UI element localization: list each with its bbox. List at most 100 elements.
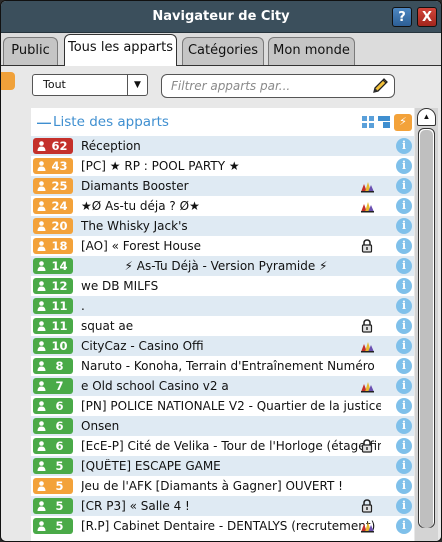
user-icon bbox=[37, 381, 46, 391]
user-count: 6 bbox=[55, 439, 64, 453]
info-icon[interactable]: i bbox=[396, 318, 412, 334]
user-count: 11 bbox=[51, 299, 68, 313]
info-icon[interactable]: i bbox=[396, 498, 412, 514]
room-row[interactable]: 5 [R.P] Cabinet Dentaire - DENTALYS (recr… bbox=[31, 516, 414, 536]
user-icon bbox=[37, 441, 46, 451]
room-list: 62 Réception i 43 [PC] ★ RP : POOL PARTY ★ i 2… bbox=[31, 136, 414, 536]
info-icon[interactable]: i bbox=[396, 358, 412, 374]
room-row[interactable]: 5 [CR P3] « Salle 4 ! i bbox=[31, 496, 414, 516]
user-count-badge: 43 bbox=[33, 158, 73, 174]
room-name: e Old school Casino v2 a bbox=[81, 379, 229, 393]
chevron-down-icon[interactable]: ▼ bbox=[127, 75, 147, 95]
user-count-badge: 20 bbox=[33, 218, 73, 234]
room-row[interactable]: 6 [EcE-P] Cité de Velika - Tour de l'Horl… bbox=[31, 436, 414, 456]
room-row[interactable]: 6 [PN] POLICE NATIONALE V2 - Quartier de … bbox=[31, 396, 414, 416]
info-icon[interactable]: i bbox=[396, 178, 412, 194]
tab-all-rooms[interactable]: Tous les apparts bbox=[64, 34, 177, 66]
info-icon[interactable]: i bbox=[396, 438, 412, 454]
close-button[interactable]: X bbox=[417, 7, 437, 27]
tab-bar: Public Tous les apparts Catégories Mon m… bbox=[1, 33, 441, 66]
room-row[interactable]: 20 The Whisky Jack's i bbox=[31, 216, 414, 236]
list-view-icon[interactable] bbox=[378, 116, 390, 128]
info-icon[interactable]: i bbox=[396, 458, 412, 474]
info-icon[interactable]: i bbox=[396, 338, 412, 354]
tab-my-world[interactable]: Mon monde bbox=[268, 37, 355, 65]
room-row[interactable]: 10 CityCaz - Casino Offi i bbox=[31, 336, 414, 356]
room-row[interactable]: 62 Réception i bbox=[31, 136, 414, 156]
user-count: 8 bbox=[55, 359, 64, 373]
lock-icon bbox=[361, 439, 373, 453]
user-count: 6 bbox=[55, 419, 64, 433]
user-icon bbox=[37, 521, 46, 531]
user-count-badge: 6 bbox=[33, 438, 73, 454]
user-count-badge: 8 bbox=[33, 358, 73, 374]
info-icon[interactable]: i bbox=[396, 198, 412, 214]
group-icon bbox=[361, 182, 374, 193]
room-row[interactable]: 8 Naruto - Konoha, Terrain d'Entraînement… bbox=[31, 356, 414, 376]
user-icon bbox=[37, 141, 46, 151]
info-icon[interactable]: i bbox=[396, 378, 412, 394]
pencil-icon[interactable] bbox=[370, 76, 390, 96]
room-row[interactable]: 25 Diamants Booster i bbox=[31, 176, 414, 196]
user-count-badge: 5 bbox=[33, 518, 73, 534]
info-icon[interactable]: i bbox=[396, 218, 412, 234]
filter-dropdown-value: Tout bbox=[43, 78, 66, 91]
user-count-badge: 10 bbox=[33, 338, 73, 354]
user-count-badge: 5 bbox=[33, 458, 73, 474]
user-count: 6 bbox=[55, 399, 64, 413]
scroll-up-button[interactable]: ▲ bbox=[417, 108, 436, 126]
help-button[interactable]: ? bbox=[392, 7, 412, 27]
filter-dropdown[interactable]: Tout ▼ bbox=[32, 74, 148, 96]
user-count: 5 bbox=[55, 459, 64, 473]
room-row[interactable]: 11. i bbox=[31, 296, 414, 316]
room-row[interactable]: 5 [QUÊTE] ESCAPE GAME i bbox=[31, 456, 414, 476]
room-name: Onsen bbox=[81, 419, 120, 433]
room-row[interactable]: 14 ⚡ As-Tu Déjà - Version Pyramide ⚡ i bbox=[31, 256, 414, 276]
room-row[interactable]: 18 [AO] « Forest House i bbox=[31, 236, 414, 256]
user-count-badge: 14 bbox=[33, 258, 73, 274]
room-row[interactable]: 6 Onsen i bbox=[31, 416, 414, 436]
grid-view-icon[interactable] bbox=[362, 116, 374, 128]
user-icon bbox=[37, 201, 46, 211]
room-name: Réception bbox=[81, 139, 141, 153]
scrollbar[interactable]: ▲ bbox=[415, 108, 438, 541]
scroll-track[interactable] bbox=[418, 128, 435, 528]
search-placeholder: Filtrer apparts par... bbox=[171, 79, 291, 93]
title-bar[interactable]: Navigateur de City ? X bbox=[1, 1, 441, 33]
info-icon[interactable]: i bbox=[396, 518, 412, 534]
user-count: 62 bbox=[51, 139, 68, 153]
info-icon[interactable]: i bbox=[396, 278, 412, 294]
room-row[interactable]: 24 ★Ø As-tu déja ? Ø★ i bbox=[31, 196, 414, 216]
scroll-thumb[interactable] bbox=[420, 130, 433, 528]
room-name: [QUÊTE] ESCAPE GAME bbox=[81, 459, 221, 473]
user-icon bbox=[37, 221, 46, 231]
group-icon bbox=[361, 382, 374, 393]
info-icon[interactable]: i bbox=[396, 298, 412, 314]
user-count: 5 bbox=[55, 499, 64, 513]
user-count-badge: 5 bbox=[33, 498, 73, 514]
room-row[interactable]: 5 Jeu de l'AFK [Diamants à Gagner] OUVERT… bbox=[31, 476, 414, 496]
room-row[interactable]: 11 squat ae i bbox=[31, 316, 414, 336]
group-icon bbox=[361, 522, 374, 533]
navigator-window: Navigateur de City ? X Public Tous les a… bbox=[0, 0, 442, 542]
info-icon[interactable]: i bbox=[396, 478, 412, 494]
collapse-icon[interactable]: — bbox=[37, 114, 51, 130]
info-icon[interactable]: i bbox=[396, 398, 412, 414]
bolt-icon[interactable]: ⚡ bbox=[394, 114, 412, 131]
room-row[interactable]: 12 we DB MILFS i bbox=[31, 276, 414, 296]
info-icon[interactable]: i bbox=[396, 418, 412, 434]
room-row[interactable]: 43 [PC] ★ RP : POOL PARTY ★ i bbox=[31, 156, 414, 176]
info-icon[interactable]: i bbox=[396, 258, 412, 274]
search-input[interactable]: Filtrer apparts par... bbox=[161, 74, 395, 98]
tab-categories[interactable]: Catégories bbox=[182, 37, 264, 65]
room-row[interactable]: 7 e Old school Casino v2 a i bbox=[31, 376, 414, 396]
room-list-title: Liste des apparts bbox=[53, 114, 169, 130]
room-name: CityCaz - Casino Offi bbox=[81, 339, 204, 353]
room-name: Naruto - Konoha, Terrain d'Entraînement … bbox=[81, 359, 375, 373]
info-icon[interactable]: i bbox=[396, 138, 412, 154]
info-icon[interactable]: i bbox=[396, 238, 412, 254]
user-icon bbox=[37, 261, 46, 271]
user-count-badge: 12 bbox=[33, 278, 73, 294]
tab-public[interactable]: Public bbox=[3, 37, 58, 65]
info-icon[interactable]: i bbox=[396, 158, 412, 174]
